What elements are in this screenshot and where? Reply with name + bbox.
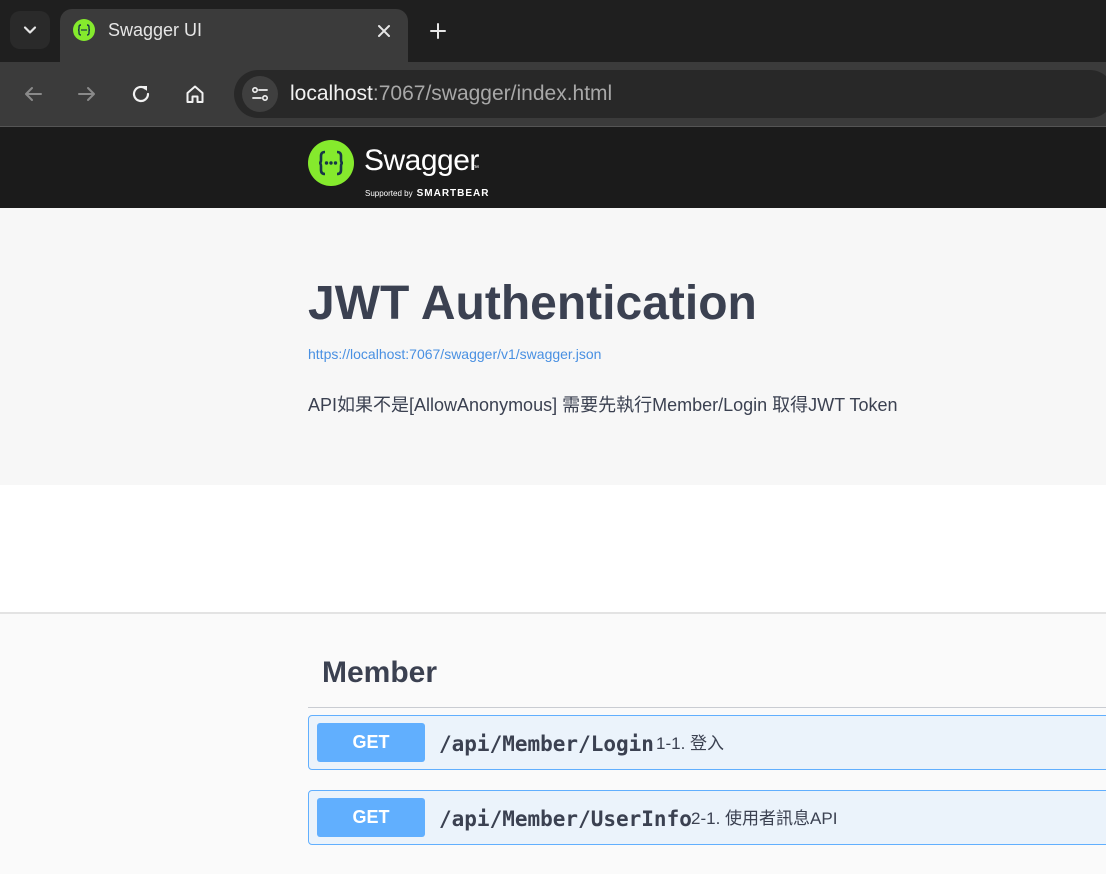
method-badge: GET [317,798,425,837]
section-divider [0,612,1106,614]
swagger-logo-name: Swagger [364,144,479,177]
forward-arrow-icon [78,87,95,101]
operation-get-userinfo[interactable]: GET /api/Member/UserInfo 2-1. 使用者訊息API [308,790,1106,845]
address-bar[interactable]: localhost:7067/swagger/index.html [234,70,1106,118]
swagger-favicon-icon [73,19,95,41]
tag-header-member[interactable]: Member [322,655,437,691]
close-icon [378,25,390,37]
operation-summary: 2-1. 使用者訊息API [691,809,838,828]
plus-icon [430,23,446,39]
scheme-container [0,485,1106,613]
tab-close-button[interactable] [374,21,394,41]
site-info-button[interactable] [242,76,278,112]
home-button[interactable] [177,76,213,112]
operation-get-login[interactable]: GET /api/Member/Login 1-1. 登入 [308,715,1106,770]
url-text: localhost:7067/swagger/index.html [290,81,612,107]
swagger-trademark: ™ [472,165,479,172]
tab-title: Swagger UI [108,20,203,40]
api-description: API如果不是[AllowAnonymous] 需要先執行Member/Logi… [308,395,898,415]
browser-tab[interactable]: Swagger UI [60,9,408,62]
forward-button[interactable] [69,76,105,112]
operation-path: /api/Member/UserInfo [439,807,692,831]
spec-url-link[interactable]: https://localhost:7067/swagger/v1/swagge… [308,345,601,363]
smartbear-text: SMARTBEAR [416,188,490,199]
swagger-topbar: Swagger ™ Supported by SMARTBEAR [0,127,1106,208]
reload-icon [132,85,150,103]
browser-toolbar: localhost:7067/swagger/index.html [0,62,1106,126]
api-info-section: JWT Authentication https://localhost:706… [0,208,1106,485]
chevron-down-icon [23,26,37,34]
supported-by-text: Supported by [365,189,413,198]
home-icon [186,85,204,103]
method-badge: GET [317,723,425,762]
back-arrow-icon [25,87,42,101]
reload-button[interactable] [123,76,159,112]
operation-summary: 1-1. 登入 [656,734,725,753]
url-path: :7067/swagger/index.html [372,82,613,105]
operation-path: /api/Member/Login [439,732,654,756]
browser-tab-strip: Swagger UI [0,0,1106,62]
swagger-logo-subtitle: Supported by SMARTBEAR [365,183,489,201]
url-host: localhost [290,82,373,105]
new-tab-button[interactable] [420,13,456,49]
tag-divider [308,707,1106,708]
back-button[interactable] [15,76,51,112]
swagger-logo-icon[interactable] [308,140,354,186]
site-info-icon [251,86,269,102]
tab-search-button[interactable] [10,11,50,49]
api-title: JWT Authentication [308,277,757,330]
